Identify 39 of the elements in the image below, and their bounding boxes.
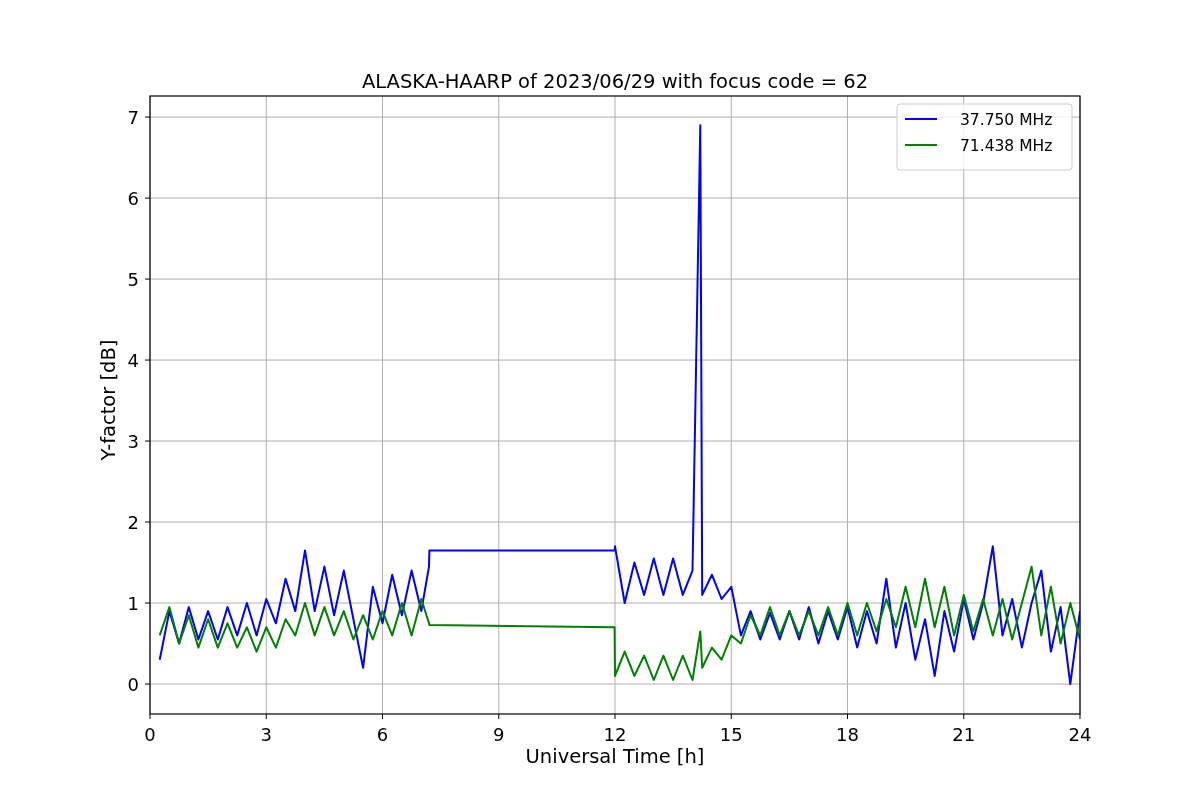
tick-label: 4 [127, 350, 139, 372]
legend-label: 37.750 MHz [960, 111, 1053, 129]
x-axis-label: Universal Time [h] [525, 745, 705, 768]
tick-label: 9 [493, 724, 505, 745]
tick-mark [498, 713, 500, 720]
tick-mark [265, 713, 267, 720]
tick-label: 2 [127, 512, 139, 534]
tick-label: 1 [127, 593, 139, 615]
tick-label: 18 [836, 724, 859, 745]
tick-mark [144, 440, 151, 442]
tick-label: 12 [603, 724, 627, 745]
chart-title: ALASKA-HAARP of 2023/06/29 with focus code = 62 [361, 70, 869, 93]
tick-label: 24 [1068, 724, 1092, 745]
tick-mark [847, 713, 848, 720]
tick-mark [382, 713, 383, 720]
y-axis-label: Y-factor [dB] [97, 339, 120, 461]
tick-mark [144, 602, 151, 604]
tick-mark [1079, 713, 1081, 720]
tick-mark [614, 713, 616, 720]
tick-mark [144, 359, 151, 361]
tick-mark [144, 683, 151, 685]
tick-label: 0 [144, 724, 156, 745]
tick-label: 15 [719, 724, 743, 745]
tick-label: 5 [127, 269, 139, 291]
legend-label: 71.438 MHz [960, 137, 1053, 155]
tick-mark [144, 116, 151, 118]
tick-label: 7 [127, 107, 139, 129]
tick-label: 6 [127, 188, 139, 210]
tick-mark [730, 713, 732, 720]
tick-mark [144, 521, 151, 523]
tick-label: 21 [952, 724, 976, 745]
tick-label: 3 [260, 724, 272, 745]
tick-label: 6 [376, 724, 389, 745]
tick-mark [144, 197, 151, 199]
tick-mark [963, 713, 965, 720]
tick-label: 3 [127, 431, 139, 453]
tick-mark [149, 713, 151, 720]
tick-mark [144, 278, 151, 280]
tick-label: 0 [127, 674, 139, 696]
